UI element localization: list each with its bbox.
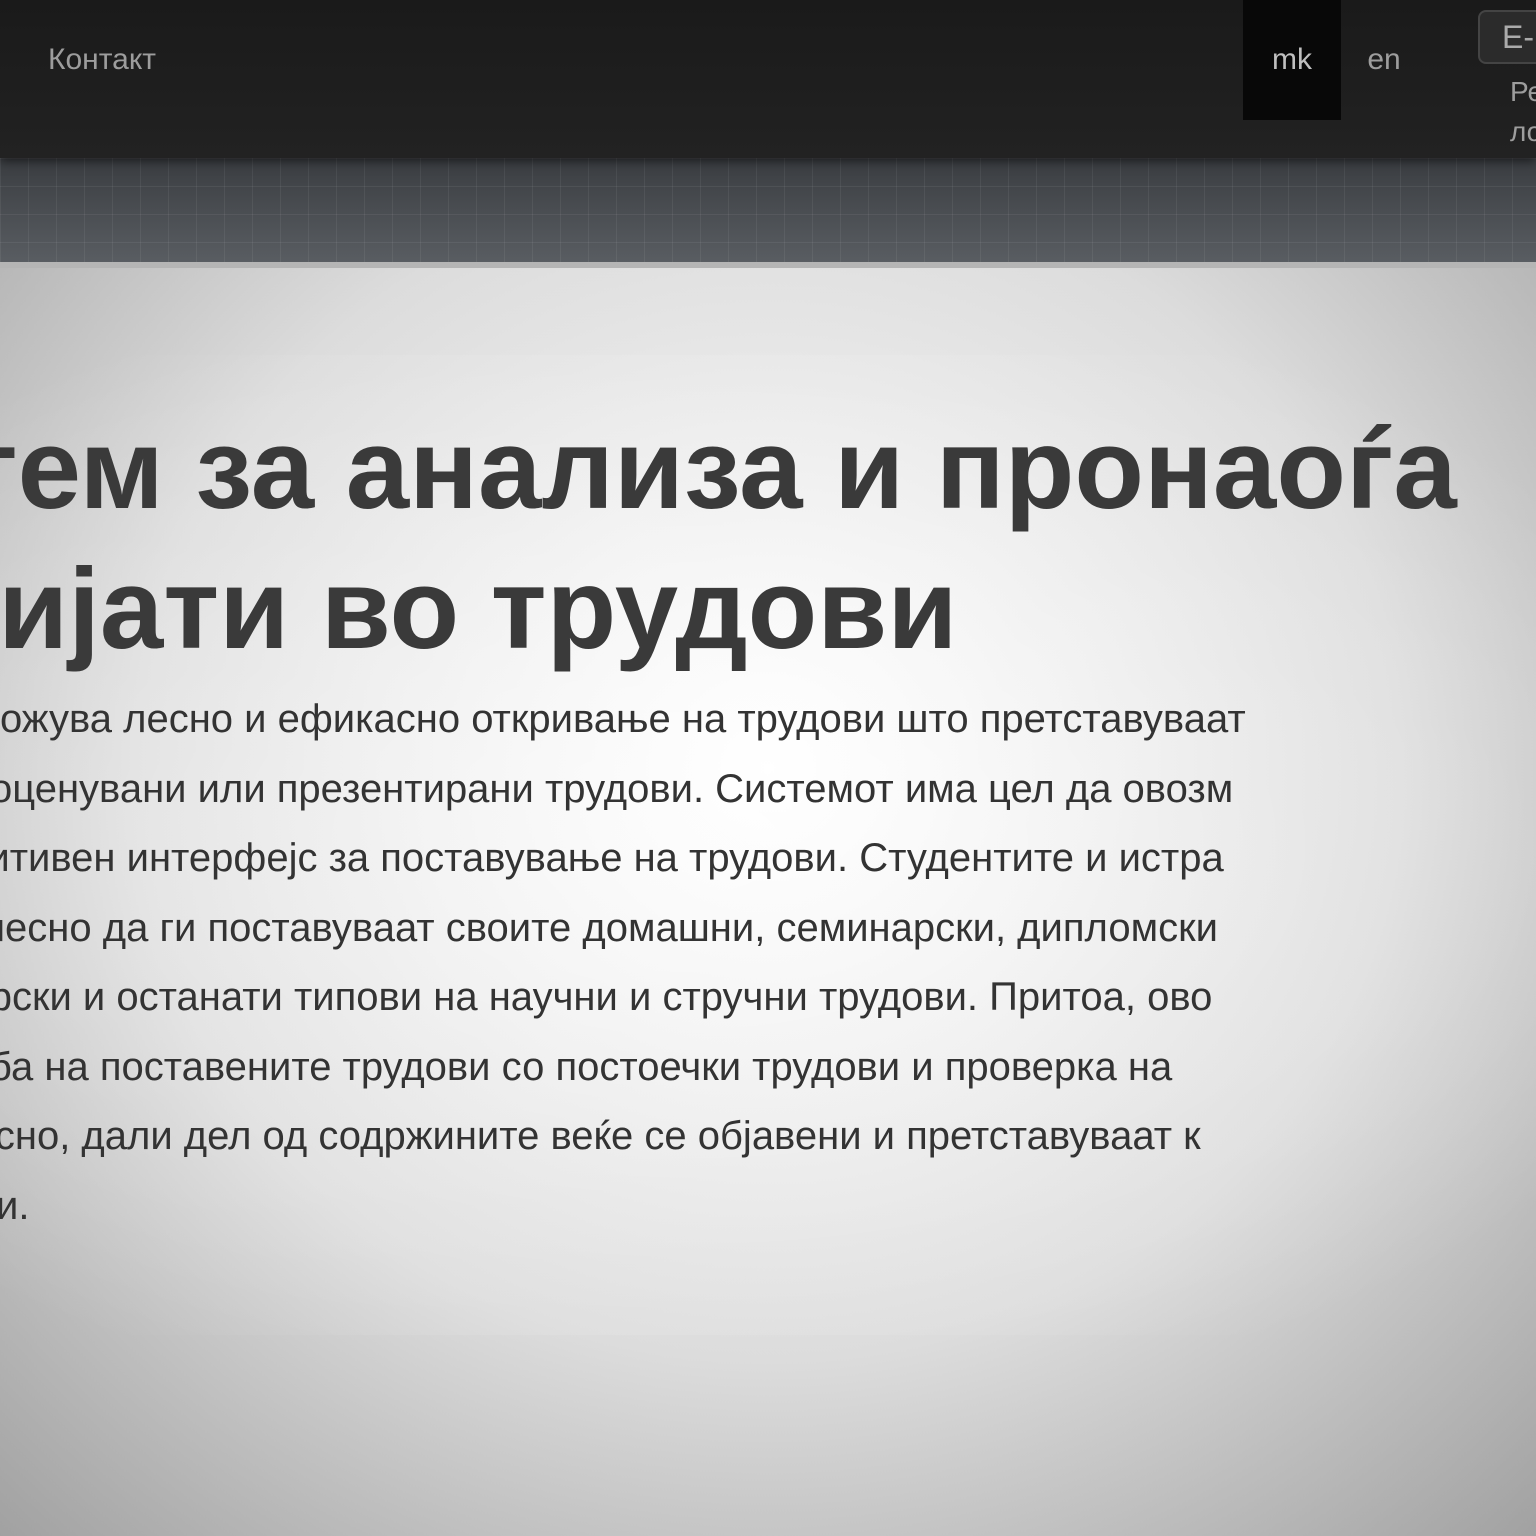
- language-mk-button[interactable]: mk: [1243, 0, 1341, 120]
- register-login-line-1: Ре: [1510, 76, 1536, 107]
- page-title-line: Систем за анализа и пронаоѓа: [0, 406, 1457, 533]
- page-title: Систем за анализа и пронаоѓа плагијати в…: [0, 400, 1536, 680]
- email-input[interactable]: E-: [1478, 10, 1536, 64]
- header-band-divider: [0, 262, 1536, 268]
- register-login-line-2: ло: [1510, 116, 1536, 147]
- nav-link-contact[interactable]: Контакт: [48, 40, 156, 80]
- description-line: ноот, односно, дали дел од содржините ве…: [0, 1114, 1201, 1158]
- hero-content: Систем за анализа и пронаоѓа плагијати в…: [0, 355, 1536, 1335]
- description-line: објавени, оценувани или презентирани тру…: [0, 766, 1234, 811]
- description-line: Ова овозможува лесно и ефикасно откривањ…: [0, 697, 1246, 741]
- description-line: еден интуитивен интерфејс за поставување…: [0, 836, 1224, 880]
- header-grid-band: [0, 158, 1536, 266]
- top-navbar: Контакт mk en E- Ре ло: [0, 0, 1536, 158]
- hero-section: Систем за анализа и пронаоѓа плагијати в…: [0, 355, 1536, 1335]
- register-login-link[interactable]: Ре ло: [1510, 72, 1536, 152]
- description-line: ва споредба на поставените трудови со по…: [0, 1044, 1173, 1089]
- hero-description: Ова овозможува лесно и ефикасно откривањ…: [0, 685, 1536, 1241]
- description-line: ќе можат лесно да ги поставуваат своите …: [0, 905, 1218, 950]
- language-en-button[interactable]: en: [1341, 0, 1427, 120]
- description-line: ски, докторски и останати типови на науч…: [0, 975, 1213, 1019]
- page-title-line: плагијати во трудови: [0, 546, 958, 673]
- description-line: и содржини.: [0, 1183, 30, 1228]
